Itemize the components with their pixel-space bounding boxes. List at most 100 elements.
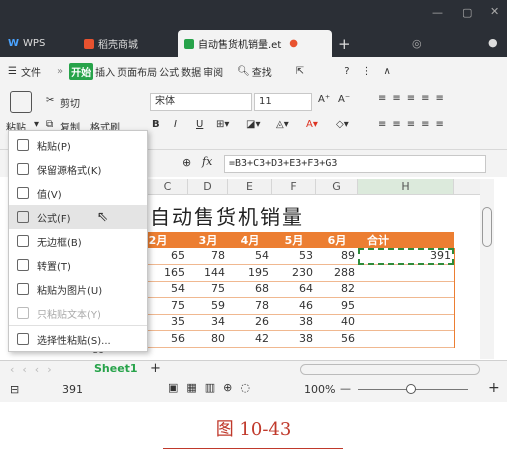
menu-item-values[interactable]: 值(V) <box>9 181 147 205</box>
table-cell[interactable]: 38 <box>272 332 316 348</box>
menu-home[interactable]: 开始 <box>69 62 94 80</box>
avatar[interactable]: ● <box>488 36 498 49</box>
table-cell[interactable]: 75 <box>188 282 228 298</box>
hamburger-icon[interactable]: ☰ <box>8 66 17 77</box>
zoom-in-icon[interactable]: + <box>488 380 500 396</box>
underline-button[interactable]: U <box>196 119 203 130</box>
share-icon[interactable]: ⇱ <box>296 66 304 77</box>
menu-item-no-border[interactable]: 无边框(B) <box>9 229 147 253</box>
font-size-select[interactable]: 11 <box>254 93 312 111</box>
zoom-slider-knob[interactable] <box>406 384 416 394</box>
table-cell[interactable]: 78 <box>188 249 228 265</box>
table-cell[interactable]: 56 <box>316 332 358 348</box>
table-cell[interactable]: 78 <box>228 299 272 315</box>
menu-data[interactable]: 数据 <box>181 64 201 79</box>
close-icon[interactable]: ✕ <box>490 5 499 18</box>
search-label[interactable]: 查找 <box>252 64 272 79</box>
maximize-icon[interactable]: ▢ <box>462 6 472 19</box>
copy-icon[interactable]: ⧉ <box>46 119 53 130</box>
tab-wps[interactable]: W WPS <box>8 30 45 57</box>
table-cell[interactable]: 230 <box>272 266 316 282</box>
paste-icon[interactable] <box>10 91 32 113</box>
skin-icon[interactable]: ◎ <box>412 37 422 50</box>
collapse-ribbon-icon[interactable]: ∧ <box>384 66 391 77</box>
menu-item-paste-special[interactable]: 选择性粘贴(S)... <box>9 327 147 351</box>
menu-item-keep-source-format[interactable]: 保留源格式(K) <box>9 157 147 181</box>
bold-button[interactable]: B <box>152 119 160 130</box>
table-cell[interactable]: 53 <box>272 249 316 265</box>
menu-item-paste[interactable]: 粘贴(P) <box>9 133 147 157</box>
table-cell[interactable]: 42 <box>228 332 272 348</box>
column-header-g[interactable]: G <box>316 179 358 195</box>
italic-button[interactable]: I <box>174 119 177 130</box>
vertical-scrollbar[interactable] <box>480 179 494 359</box>
table-cell[interactable]: 144 <box>188 266 228 282</box>
sheet-title[interactable]: 自动售货机销量 <box>150 201 370 230</box>
tab-daoke[interactable]: 稻壳商城 <box>84 30 138 57</box>
chevron-more-icon[interactable]: » <box>57 66 63 77</box>
view-mode-icons[interactable]: ▣▦▥⊕◌ <box>168 381 258 394</box>
header-cell[interactable]: 4月 <box>228 232 272 248</box>
column-header-f[interactable]: F <box>272 179 316 195</box>
table-cell[interactable]: 80 <box>188 332 228 348</box>
new-tab-button[interactable]: + <box>338 30 351 57</box>
header-cell[interactable]: 3月 <box>188 232 228 248</box>
font-color-icon[interactable]: A▾ <box>306 119 318 130</box>
paste-dropdown-icon[interactable]: ▾ <box>34 119 39 130</box>
bucket-icon[interactable]: ◬▾ <box>276 119 289 130</box>
table-cell[interactable]: 34 <box>188 315 228 331</box>
table-cell[interactable]: 54 <box>228 249 272 265</box>
menu-formula[interactable]: 公式 <box>159 64 179 79</box>
menu-file[interactable]: 文件 <box>21 64 41 79</box>
menu-item-transpose[interactable]: 转置(T) <box>9 253 147 277</box>
table-cell[interactable]: 38 <box>272 315 316 331</box>
tab-workbook[interactable]: 自动售货机销量.et ● <box>178 30 332 57</box>
font-name-select[interactable]: 宋体 <box>150 93 252 111</box>
align-top-icons[interactable]: ≡≡≡≡≡ <box>378 93 450 104</box>
table-cell[interactable]: 288 <box>316 266 358 282</box>
table-cell[interactable] <box>358 332 454 348</box>
clear-icon[interactable]: ◇▾ <box>336 119 349 130</box>
header-cell[interactable]: 6月 <box>316 232 358 248</box>
table-cell[interactable]: 59 <box>188 299 228 315</box>
more-icon[interactable]: ⋮ <box>362 66 372 77</box>
help-icon[interactable]: ? <box>344 66 349 77</box>
formula-input[interactable]: =B3+C3+D3+E3+F3+G3 <box>224 155 486 173</box>
minimize-icon[interactable]: — <box>432 6 443 19</box>
sheet-nav-icons[interactable]: ‹‹‹› <box>10 363 60 376</box>
table-cell[interactable]: 46 <box>272 299 316 315</box>
table-cell[interactable]: 95 <box>316 299 358 315</box>
table-cell[interactable]: 68 <box>228 282 272 298</box>
column-header-d[interactable]: D <box>188 179 228 195</box>
table-cell[interactable]: 40 <box>316 315 358 331</box>
font-shrink-button[interactable]: A⁻ <box>338 94 350 105</box>
search-icon[interactable]: 🔍︎ <box>237 66 250 77</box>
table-cell[interactable] <box>358 299 454 315</box>
add-sheet-button[interactable]: + <box>150 361 161 376</box>
fx-button[interactable]: fx <box>202 155 212 168</box>
zoom-out-icon[interactable]: — <box>340 382 351 395</box>
menu-review[interactable]: 审阅 <box>203 64 223 79</box>
table-cell[interactable] <box>358 315 454 331</box>
menu-item-paste-as-picture[interactable]: 粘贴为图片(U) <box>9 277 147 301</box>
menu-insert[interactable]: 插入 <box>95 64 115 79</box>
font-grow-button[interactable]: A⁺ <box>318 94 330 105</box>
fill-color-icon[interactable]: ◪▾ <box>246 119 260 130</box>
cut-icon[interactable]: ✂ <box>46 95 54 106</box>
table-cell[interactable]: 89 <box>316 249 358 265</box>
border-icon[interactable]: ⊞▾ <box>216 119 229 130</box>
column-header-e[interactable]: E <box>228 179 272 195</box>
header-cell[interactable]: 5月 <box>272 232 316 248</box>
table-cell[interactable]: 82 <box>316 282 358 298</box>
table-cell[interactable]: 195 <box>228 266 272 282</box>
column-header-h[interactable]: H <box>358 179 454 195</box>
cut-button[interactable]: 剪切 <box>60 95 80 110</box>
column-header-c[interactable]: C <box>148 179 188 195</box>
align-horizontal-icons[interactable]: ≡≡≡≡≡ <box>378 119 450 130</box>
table-cell[interactable]: 26 <box>228 315 272 331</box>
vertical-scroll-thumb[interactable] <box>482 207 492 247</box>
menu-item-formula[interactable]: 公式(F) ⇖ <box>9 205 147 229</box>
zoom-level[interactable]: 100% <box>304 383 335 396</box>
menu-page-layout[interactable]: 页面布局 <box>117 64 157 79</box>
table-cell[interactable] <box>358 266 454 282</box>
